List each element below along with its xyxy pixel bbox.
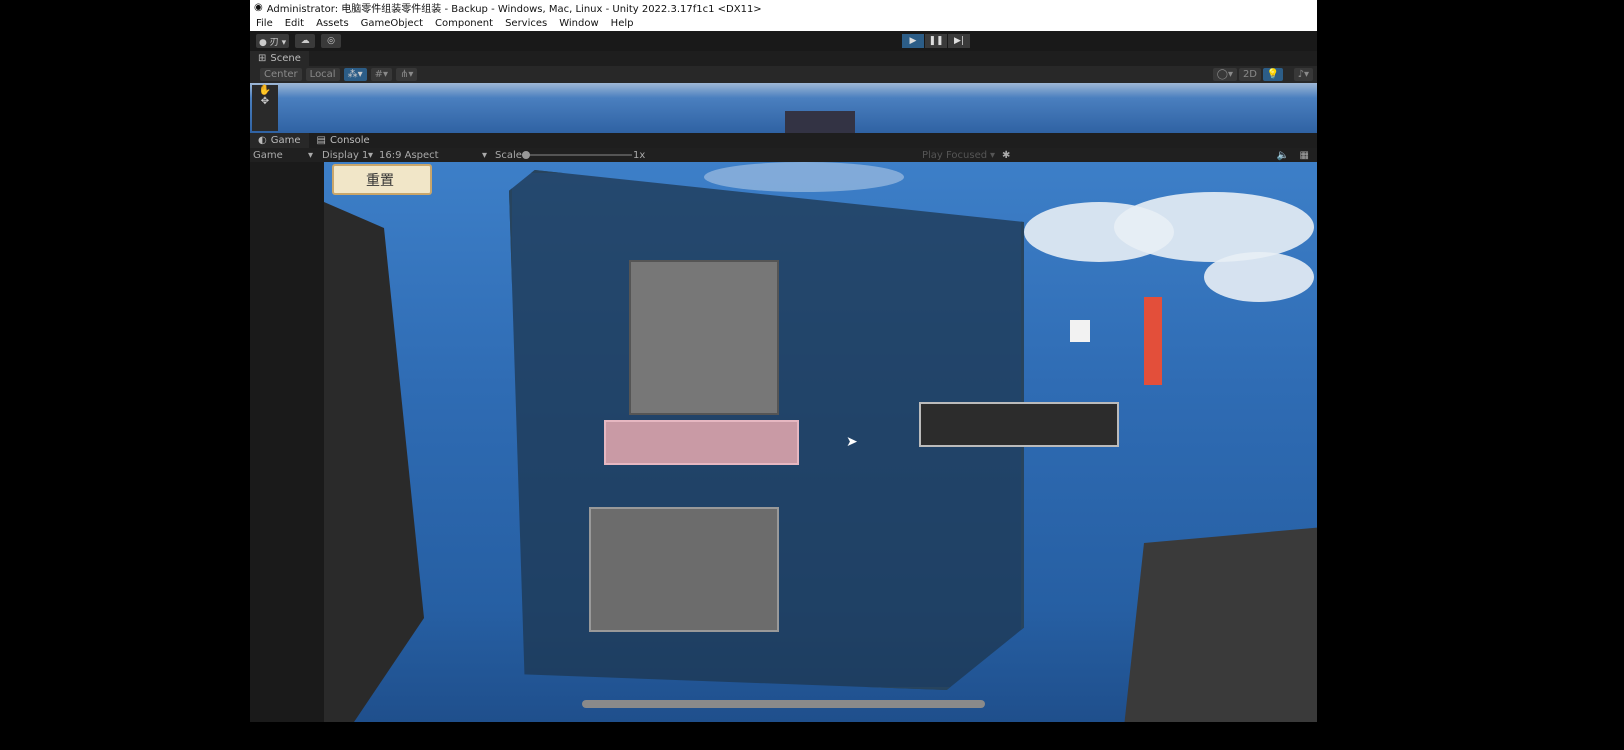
graphics-card-loose[interactable]: [919, 402, 1119, 447]
menu-gameobject[interactable]: GameObject: [361, 18, 423, 29]
game-view: ➤ 重置: [250, 162, 1317, 722]
display-dropdown[interactable]: Display 1: [322, 150, 368, 161]
menu-window[interactable]: Window: [559, 18, 598, 29]
cloud-icon[interactable]: ☁: [295, 34, 316, 48]
pivot-dropdown[interactable]: Center: [260, 68, 302, 81]
scene-tools-panel: ✋ ✥: [252, 85, 278, 131]
step-button[interactable]: ▶|: [948, 34, 970, 48]
view-dropdown[interactable]: Game: [253, 150, 283, 161]
lighting-icon[interactable]: 💡: [1262, 68, 1283, 81]
horizontal-scrollbar[interactable]: [582, 700, 985, 708]
graphics-card-installed[interactable]: [604, 420, 799, 465]
cloud: [1114, 192, 1314, 262]
menu-edit[interactable]: Edit: [285, 18, 304, 29]
cloud: [1204, 252, 1314, 302]
hand-tool-icon[interactable]: ✋: [252, 85, 278, 96]
tab-console[interactable]: ▤ Console: [309, 133, 378, 148]
reset-button-label: 重置: [366, 172, 394, 189]
unity-logo-icon: ◉: [254, 2, 263, 13]
gamepad-icon: ◐: [258, 135, 267, 146]
game-viewport[interactable]: ➤ 重置: [324, 162, 1317, 722]
monitor-right: [1124, 527, 1317, 722]
tab-game[interactable]: ◐ Game: [250, 133, 309, 148]
cpu-chip[interactable]: [1070, 320, 1090, 342]
main-toolbar: ● 刃 ▾ ☁ ◎ ▶ ❚❚ ▶|: [250, 31, 1317, 51]
increment-icon[interactable]: ⋔▾: [396, 68, 418, 81]
tab-console-label: Console: [329, 135, 370, 146]
scale-slider-thumb[interactable]: [522, 151, 530, 159]
motherboard[interactable]: [629, 260, 779, 415]
menu-assets[interactable]: Assets: [316, 18, 349, 29]
scene-view[interactable]: ✋ ✥: [250, 83, 1317, 133]
menu-file[interactable]: File: [256, 18, 273, 29]
scene-object: [785, 111, 855, 133]
window-title: Administrator: 电脑零件组装零件组装 - Backup - Win…: [266, 4, 762, 15]
unity-editor-window: ◉ Administrator: 电脑零件组装零件组装 - Backup - W…: [250, 0, 1317, 722]
shading-dropdown[interactable]: ◯▾: [1212, 68, 1237, 81]
title-bar: ◉ Administrator: 电脑零件组装零件组装 - Backup - W…: [250, 0, 1317, 15]
game-toolbar: Game ▾ Display 1 ▾ 16:9 Aspect ▾ Scale 1…: [250, 148, 1317, 162]
scene-tab-row: ⊞ Scene: [250, 51, 1317, 66]
menu-bar: File Edit Assets GameObject Component Se…: [250, 15, 1317, 31]
bug-icon[interactable]: ✱: [1002, 150, 1010, 161]
account-dropdown[interactable]: ● 刃 ▾: [256, 34, 290, 48]
scene-toolbar: Center Local ⁂▾ #▾ ⋔▾ ◯▾ 2D 💡 ♪▾: [250, 66, 1317, 83]
space-dropdown[interactable]: Local: [305, 68, 340, 81]
snap-icon[interactable]: ⁂▾: [343, 68, 367, 81]
reset-button[interactable]: 重置: [332, 164, 432, 195]
stats-icon[interactable]: ▦: [1300, 150, 1309, 161]
aspect-dropdown[interactable]: 16:9 Aspect: [379, 150, 439, 161]
game-tab-row: ◐ Game ▤ Console: [250, 133, 1317, 148]
move-tool-icon[interactable]: ✥: [252, 96, 278, 107]
grid-icon: ⊞: [258, 53, 267, 64]
mouse-cursor-icon: ➤: [846, 434, 858, 450]
scale-label: Scale: [495, 149, 522, 161]
scale-slider[interactable]: [522, 151, 632, 159]
toggle-2d-button[interactable]: 2D: [1238, 68, 1261, 81]
console-icon: ▤: [316, 135, 326, 146]
pause-button[interactable]: ❚❚: [925, 34, 947, 48]
settings-icon[interactable]: ◎: [321, 34, 342, 48]
tab-scene-label: Scene: [270, 53, 301, 64]
ram-stick[interactable]: [1144, 297, 1162, 385]
scale-value: 1x: [633, 149, 646, 161]
power-supply[interactable]: [589, 507, 779, 632]
audio-icon[interactable]: ♪▾: [1293, 68, 1313, 81]
play-button[interactable]: ▶: [902, 34, 924, 48]
mute-audio-icon[interactable]: 🔈: [1277, 150, 1289, 161]
cloud: [704, 162, 904, 192]
grid-snap-icon[interactable]: #▾: [370, 68, 393, 81]
menu-help[interactable]: Help: [611, 18, 634, 29]
tab-scene[interactable]: ⊞ Scene: [250, 51, 309, 66]
menu-component[interactable]: Component: [435, 18, 493, 29]
play-mode-dropdown[interactable]: Play Focused: [922, 150, 987, 161]
tab-game-label: Game: [270, 135, 301, 146]
menu-services[interactable]: Services: [505, 18, 547, 29]
side-case-left: [324, 202, 424, 722]
